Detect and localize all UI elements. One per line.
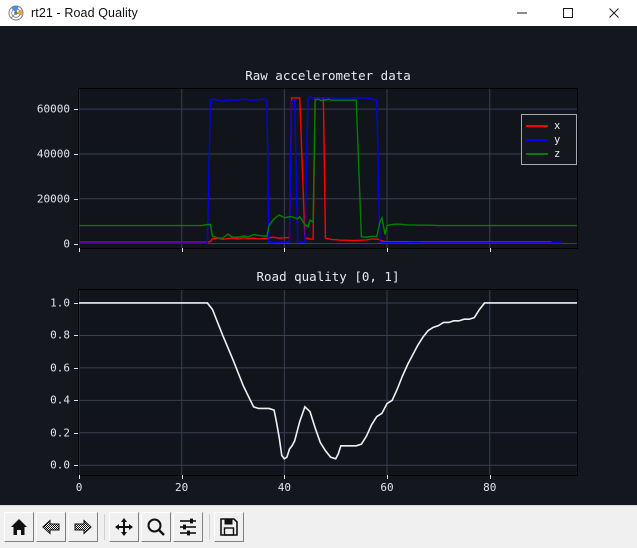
maximize-icon [563, 8, 573, 18]
xtick-mark-bottom-2 [284, 475, 285, 479]
matplotlib-icon [8, 5, 24, 21]
xtick-mark-bottom-1 [182, 475, 183, 479]
toolbar-separator-2 [205, 512, 214, 542]
window-title: rt21 - Road Quality [31, 6, 138, 20]
ytick-label-bottom-1: 0.2 [50, 426, 70, 440]
forward-button[interactable] [68, 512, 98, 542]
xtick-mark-top-3 [387, 248, 388, 252]
xtick-label-bottom-1: 20 [175, 481, 189, 494]
maximize-button[interactable] [545, 0, 591, 26]
legend-swatch-z [526, 153, 548, 155]
app-window: rt21 - Road Quality Raw accelerometer da… [0, 0, 637, 548]
plot-raw-accelerometer [79, 89, 577, 248]
axes-road-quality[interactable] [78, 289, 578, 476]
ytick-label-bottom-4: 0.8 [50, 328, 70, 342]
ytick-label-bottom-2: 0.4 [50, 393, 70, 407]
ytick-mark-bottom-4 [74, 335, 78, 336]
home-button[interactable] [4, 512, 34, 542]
zoom-button[interactable] [141, 512, 171, 542]
legend: x y z [521, 114, 577, 165]
legend-item-y: y [526, 133, 572, 147]
chart-title-road-quality: Road quality [0, 1] [256, 269, 400, 284]
legend-label-x: x [554, 119, 561, 132]
navigation-toolbar [0, 505, 637, 548]
ytick-mark-bottom-5 [74, 303, 78, 304]
configure-subplots-button[interactable] [173, 512, 203, 542]
chart-title-raw-accelerometer: Raw accelerometer data [245, 68, 411, 83]
save-button[interactable] [214, 512, 244, 542]
ytick-label-top-2: 40000 [36, 147, 70, 161]
xtick-mark-top-4 [490, 248, 491, 252]
xtick-label-bottom-2: 40 [277, 481, 291, 494]
ytick-label-top-3: 60000 [36, 102, 70, 116]
legend-label-z: z [554, 147, 561, 160]
ytick-label-top-0: 0 [63, 237, 70, 251]
ytick-label-bottom-3: 0.6 [50, 361, 70, 375]
axes-raw-accelerometer[interactable] [78, 88, 578, 249]
matplotlib-figure[interactable]: Raw accelerometer data Road quality [0, … [0, 26, 637, 505]
legend-label-y: y [554, 133, 561, 146]
legend-swatch-x [526, 125, 548, 127]
move-icon [115, 518, 133, 536]
toolbar-separator-1 [100, 512, 109, 542]
close-button[interactable] [591, 0, 637, 26]
ytick-mark-top-1 [74, 199, 78, 200]
plot-road-quality [79, 290, 577, 475]
xtick-mark-top-2 [284, 248, 285, 252]
xtick-mark-top-1 [182, 248, 183, 252]
minimize-icon [517, 12, 527, 14]
floppy-disk-icon [220, 518, 238, 536]
close-icon [609, 8, 619, 18]
title-bar: rt21 - Road Quality [0, 0, 637, 27]
ytick-label-bottom-0: 0.0 [50, 458, 70, 472]
pan-button[interactable] [109, 512, 139, 542]
sliders-icon [180, 518, 196, 536]
xtick-label-bottom-4: 80 [483, 481, 497, 494]
ytick-label-top-1: 20000 [36, 192, 70, 206]
ytick-mark-bottom-1 [74, 433, 78, 434]
ytick-mark-bottom-3 [74, 368, 78, 369]
legend-item-z: z [526, 147, 572, 161]
ytick-label-bottom-5: 1.0 [50, 296, 70, 310]
back-button[interactable] [36, 512, 66, 542]
legend-item-x: x [526, 119, 572, 133]
xtick-mark-bottom-4 [490, 475, 491, 479]
xtick-label-bottom-3: 60 [380, 481, 394, 494]
magnifier-icon [147, 518, 165, 536]
xtick-mark-bottom-3 [387, 475, 388, 479]
ytick-mark-top-0 [74, 244, 78, 245]
arrow-right-icon [74, 519, 92, 535]
xtick-label-bottom-0: 0 [75, 481, 83, 494]
ytick-mark-bottom-2 [74, 400, 78, 401]
xtick-mark-bottom-0 [79, 475, 80, 479]
minimize-button[interactable] [499, 0, 545, 26]
arrow-left-icon [42, 519, 60, 535]
ytick-mark-bottom-0 [74, 465, 78, 466]
ytick-mark-top-2 [74, 154, 78, 155]
xtick-mark-top-0 [79, 248, 80, 252]
ytick-mark-top-3 [74, 109, 78, 110]
home-icon [11, 519, 27, 535]
legend-swatch-y [526, 139, 548, 141]
